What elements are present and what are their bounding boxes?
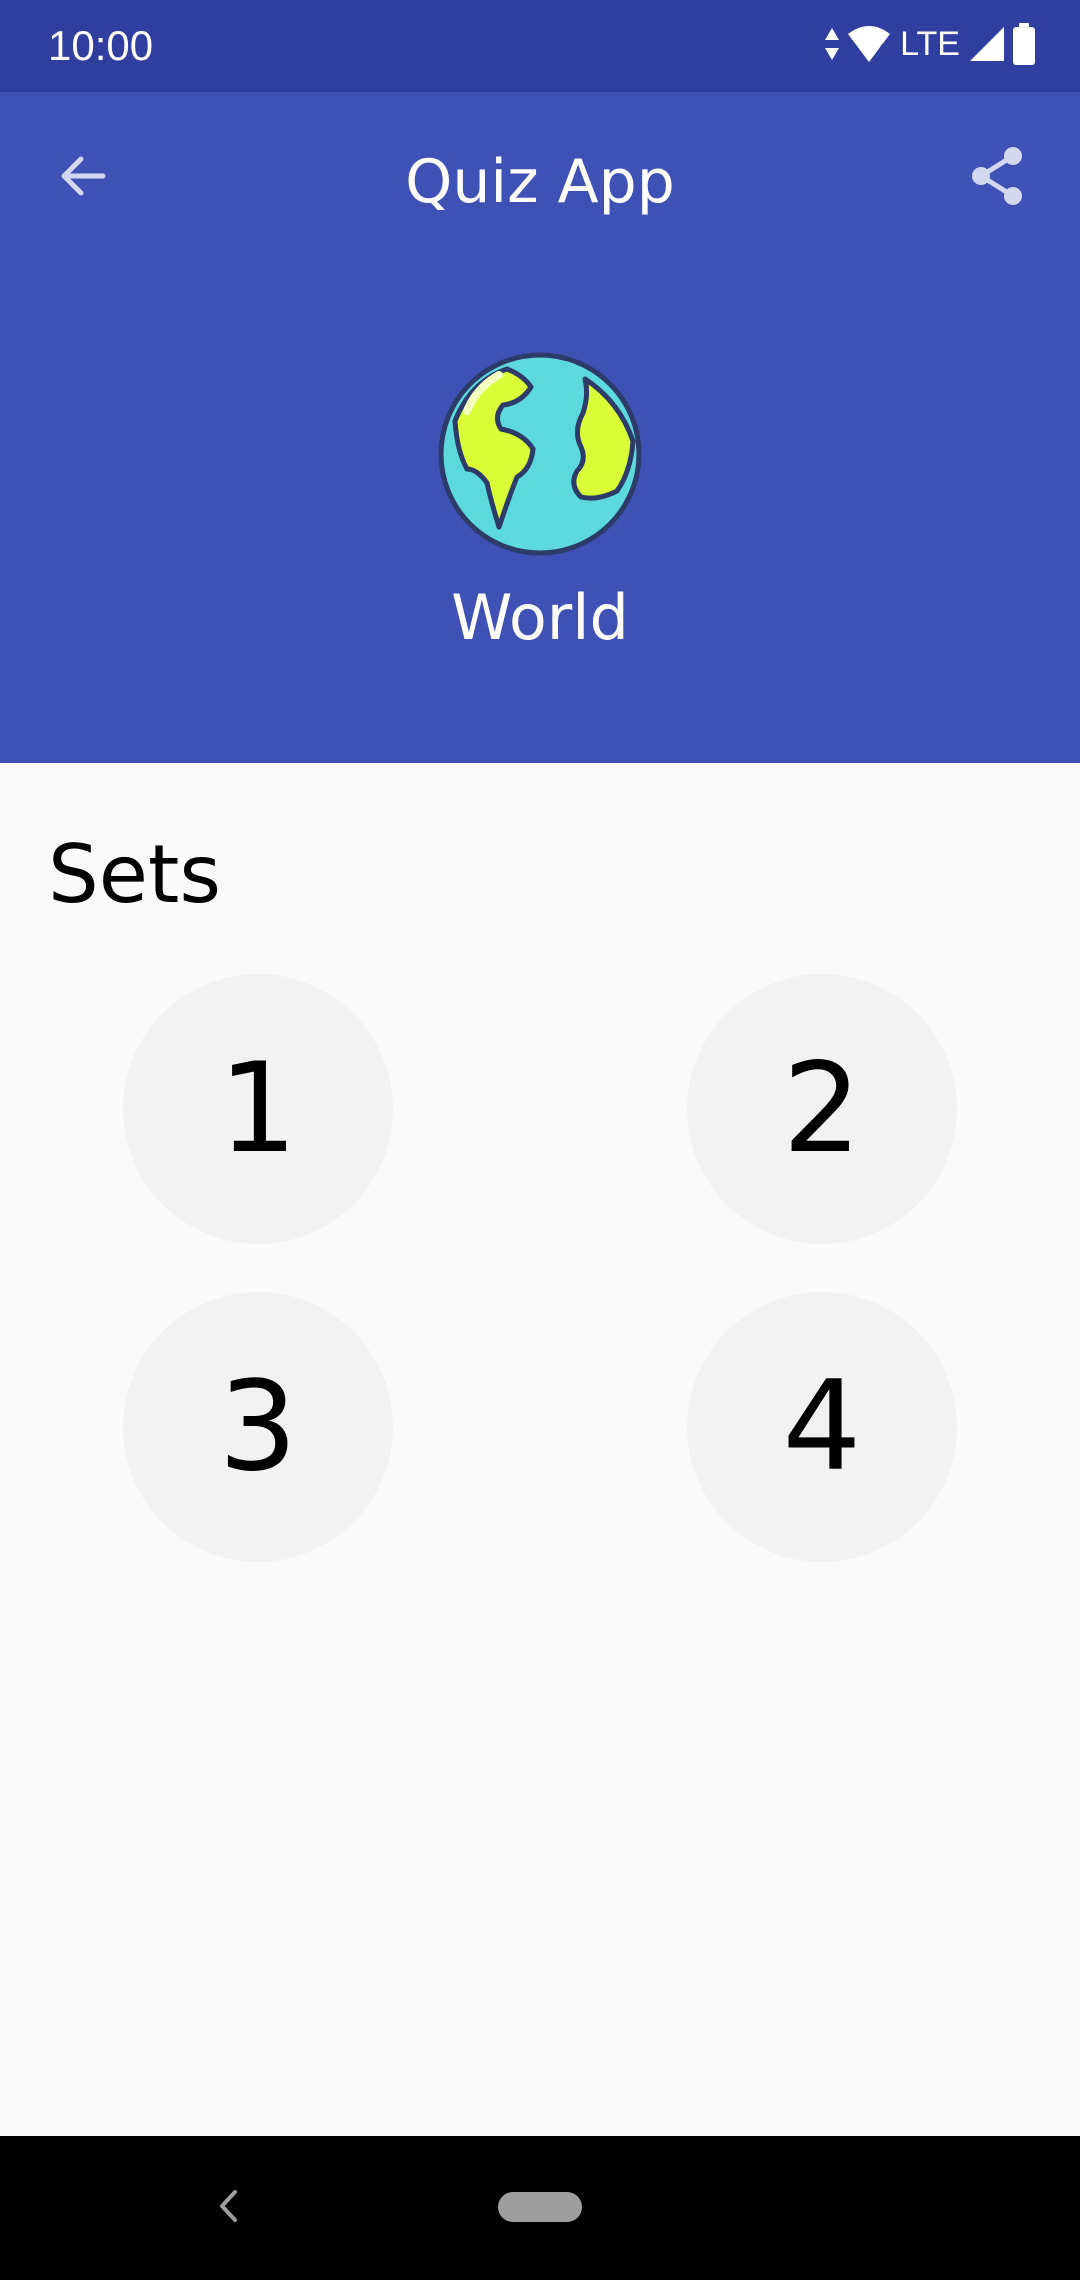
globe-icon xyxy=(437,351,643,557)
category-name: World xyxy=(451,581,629,654)
set-2-button[interactable]: 2 xyxy=(687,974,957,1244)
svg-text:4: 4 xyxy=(876,41,886,61)
set-number: 3 xyxy=(218,1355,298,1499)
chevron-left-icon xyxy=(213,2186,243,2230)
status-bar: 10:00 4 LTE xyxy=(0,0,1080,92)
network-type: LTE xyxy=(900,24,960,63)
home-pill-icon[interactable] xyxy=(498,2192,582,2222)
set-number: 1 xyxy=(218,1037,298,1181)
set-4-button[interactable]: 4 xyxy=(687,1292,957,1562)
share-button[interactable] xyxy=(954,135,1040,221)
share-icon xyxy=(967,144,1027,212)
navigation-bar xyxy=(0,2136,1080,2280)
sets-heading: Sets xyxy=(48,828,222,921)
battery-icon xyxy=(1012,23,1036,65)
set-number: 4 xyxy=(782,1355,862,1499)
signal-icon xyxy=(968,25,1006,63)
app-title: Quiz App xyxy=(405,147,675,217)
status-time: 10:00 xyxy=(48,22,154,69)
set-number: 2 xyxy=(782,1037,862,1181)
set-1-button[interactable]: 1 xyxy=(123,974,393,1244)
screen: 10:00 4 LTE Quiz App World Sets 1 2 3 4 xyxy=(0,0,1080,2280)
category-header: Quiz App World xyxy=(0,92,1080,763)
nav-back-button[interactable] xyxy=(200,2180,256,2236)
status-icons: 4 LTE xyxy=(824,22,1036,66)
data-arrows-icon xyxy=(824,26,840,62)
wifi-icon: 4 xyxy=(846,24,892,64)
set-3-button[interactable]: 3 xyxy=(123,1292,393,1562)
